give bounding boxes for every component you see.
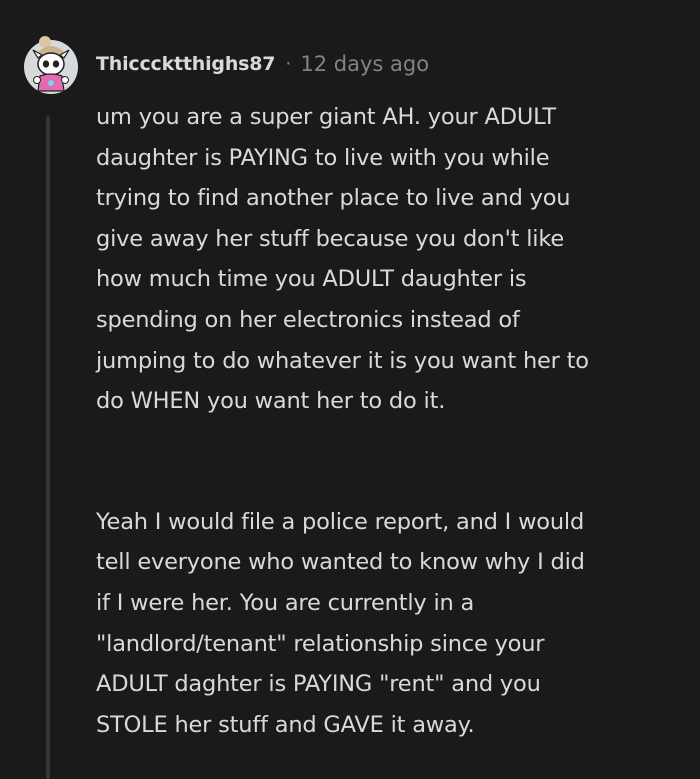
comment: Thicccktthighs87 · 12 days ago um you ar… xyxy=(0,0,700,779)
comment-paragraph: um you are a super giant AH. your ADULT … xyxy=(96,104,589,415)
snoo-avatar-icon[interactable] xyxy=(22,36,80,94)
comment-paragraph: Yeah I would file a police report, and I… xyxy=(96,508,585,738)
thread-collapse-line[interactable] xyxy=(46,116,50,779)
comment-timestamp[interactable]: 12 days ago xyxy=(300,52,429,76)
comment-body: um you are a super giant AH. your ADULT … xyxy=(96,97,688,745)
username-link[interactable]: Thicccktthighs87 xyxy=(96,53,276,75)
comment-header: Thicccktthighs87 · 12 days ago xyxy=(96,48,429,80)
meta-separator: · xyxy=(285,53,292,75)
